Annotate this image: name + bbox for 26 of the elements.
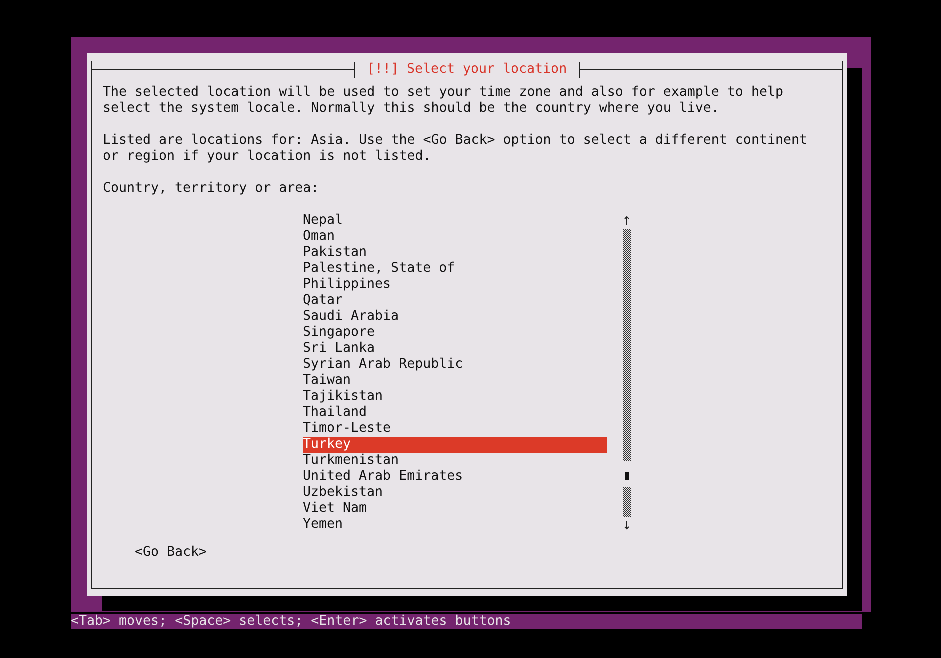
country-item[interactable]: Qatar (303, 293, 607, 309)
list-label: Country, territory or area: (103, 181, 320, 197)
country-item[interactable]: Uzbekistan (303, 485, 607, 501)
description-text: Listed are locations for: Asia. Use the <Go Back> option to select a different continent or region if your location is not listed. (103, 133, 808, 165)
country-item[interactable]: Pakistan (303, 245, 607, 261)
country-item[interactable]: Turkmenistan (303, 453, 607, 469)
country-item[interactable]: Yemen (303, 517, 607, 533)
country-item[interactable]: Nepal (303, 213, 607, 229)
go-back-button[interactable]: <Go Back> (135, 545, 208, 561)
country-item[interactable]: Singapore (303, 325, 607, 341)
country-item[interactable]: Sri Lanka (303, 341, 607, 357)
country-item[interactable]: Turkey (303, 437, 607, 453)
country-item[interactable]: Thailand (303, 405, 607, 421)
country-item[interactable]: Tajikistan (303, 389, 607, 405)
dialog-title: [!!] Select your location (354, 62, 580, 78)
country-item[interactable]: United Arab Emirates (303, 469, 607, 485)
country-item[interactable]: Philippines (303, 277, 607, 293)
country-item[interactable]: Viet Nam (303, 501, 607, 517)
country-item[interactable]: Timor-Leste (303, 421, 607, 437)
country-item[interactable]: Taiwan (303, 373, 607, 389)
country-item[interactable]: Syrian Arab Republic (303, 357, 607, 373)
description-text: The selected location will be used to set your time zone and also for example to help select the system locale. Normally this should be the country where you live. (103, 85, 784, 117)
country-item[interactable]: Palestine, State of (303, 261, 607, 277)
country-item[interactable]: Oman (303, 229, 607, 245)
country-item[interactable]: Saudi Arabia (303, 309, 607, 325)
status-bar: <Tab> moves; <Space> selects; <Enter> activates buttons (71, 614, 862, 629)
